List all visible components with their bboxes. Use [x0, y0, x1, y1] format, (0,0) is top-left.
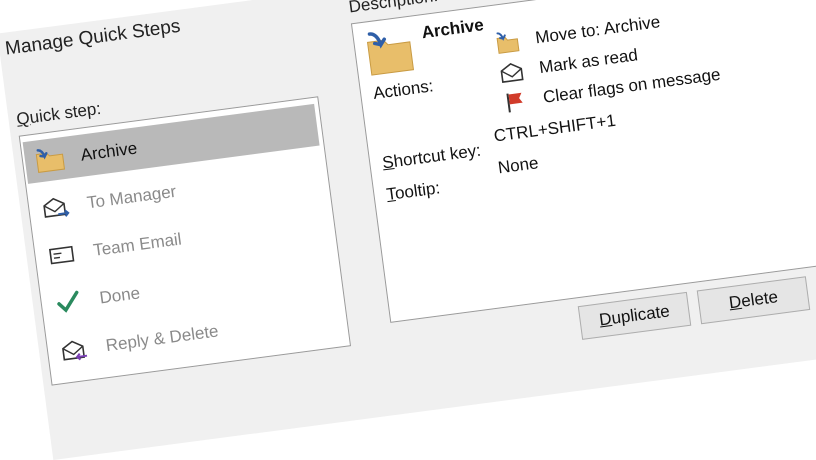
- red-flag-icon: [502, 88, 529, 115]
- description-panel: Archive Actions: Move to: Archive Mark a…: [350, 0, 816, 323]
- envelope-icon: [44, 238, 82, 272]
- shortcut-key-label: Shortcut key:: [381, 140, 483, 173]
- list-item-label: Reply & Delete: [104, 321, 220, 356]
- move-folder-icon: [494, 29, 521, 56]
- reply-mail-icon: [56, 333, 94, 367]
- quick-step-list[interactable]: Archive To Manager Team Email Done Reply…: [18, 96, 352, 386]
- open-envelope-icon: [498, 58, 525, 85]
- tooltip-label: Tooltip:: [385, 178, 442, 205]
- archive-folder-icon: [31, 143, 69, 177]
- dialog-stage: Manage Quick Steps Quick step: Archive T…: [0, 0, 816, 460]
- list-item-label: Archive: [79, 138, 139, 165]
- list-item-label: Done: [98, 283, 142, 308]
- quick-step-name: Archive: [420, 15, 485, 43]
- duplicate-button[interactable]: Duplicate: [577, 291, 692, 340]
- manage-quick-steps-dialog: Manage Quick Steps Quick step: Archive T…: [0, 0, 816, 460]
- quick-step-label: Quick step:: [15, 98, 103, 129]
- dialog-title: Manage Quick Steps: [3, 15, 182, 60]
- forward-mail-icon: [38, 190, 76, 224]
- checkmark-icon: [50, 286, 88, 320]
- list-item-label: To Manager: [85, 181, 178, 213]
- archive-folder-icon: [363, 25, 417, 79]
- tooltip-value: None: [496, 153, 540, 178]
- action-text: Move to: Archive: [534, 12, 662, 48]
- delete-button[interactable]: Delete: [696, 276, 811, 325]
- actions-label: Actions:: [372, 76, 435, 104]
- list-item-label: Team Email: [92, 229, 183, 260]
